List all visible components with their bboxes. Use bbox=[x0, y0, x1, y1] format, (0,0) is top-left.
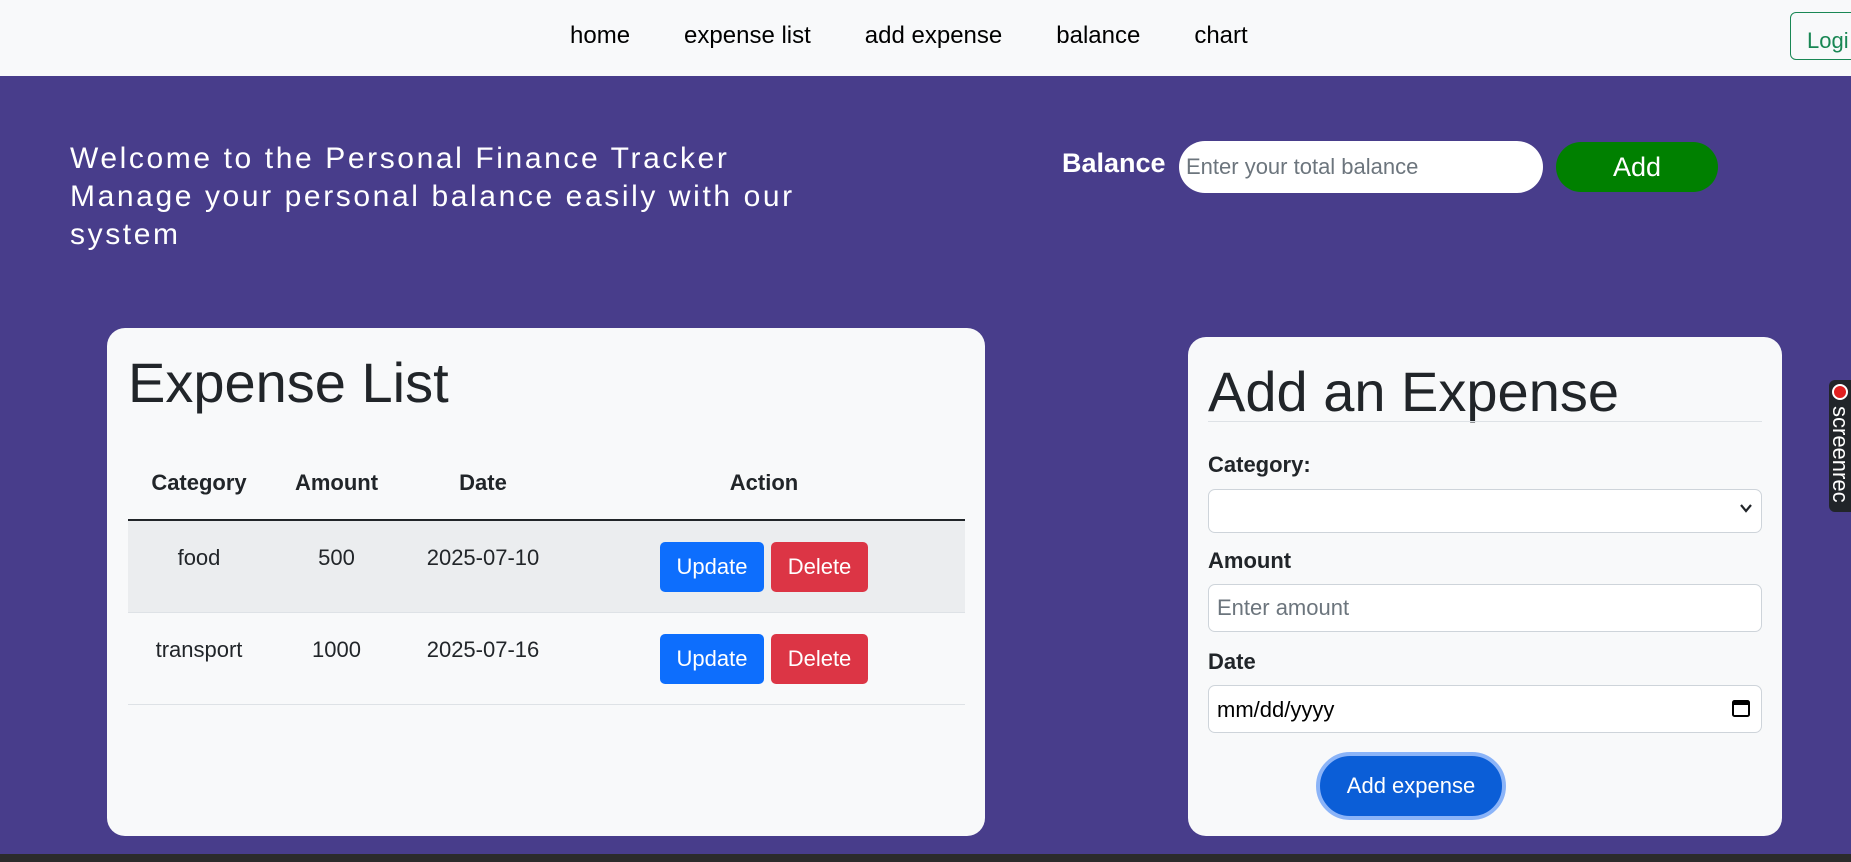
top-navbar: home expense list add expense balance ch… bbox=[0, 0, 1851, 76]
cell-date: 2025-07-10 bbox=[403, 520, 563, 613]
date-placeholder: mm/dd/yyyy bbox=[1217, 697, 1335, 722]
title-divider bbox=[1208, 421, 1762, 422]
column-header-date: Date bbox=[403, 446, 563, 521]
cell-amount: 1000 bbox=[270, 612, 403, 705]
date-label: Date bbox=[1208, 649, 1256, 674]
nav-link-balance[interactable]: balance bbox=[1056, 22, 1140, 50]
category-select[interactable] bbox=[1208, 489, 1762, 533]
nav-link-expense-list[interactable]: expense list bbox=[684, 22, 811, 50]
cell-amount: 500 bbox=[270, 520, 403, 613]
screenrec-label: screenrec bbox=[1828, 406, 1851, 503]
add-expense-card: Add an Expense Category: Amount Date mm/… bbox=[1188, 337, 1782, 836]
expense-list-card: Expense List Category Amount Date Action… bbox=[107, 328, 985, 836]
delete-button[interactable]: Delete bbox=[771, 633, 868, 684]
update-button[interactable]: Update bbox=[660, 541, 764, 592]
add-expense-button[interactable]: Add expense bbox=[1316, 752, 1506, 820]
nav-link-home[interactable]: home bbox=[570, 22, 630, 50]
welcome-line-1: Welcome to the Personal Finance Tracker bbox=[70, 142, 730, 175]
expense-list-title: Expense List bbox=[128, 351, 449, 414]
cell-actions: Update Delete bbox=[563, 520, 965, 613]
cell-category: food bbox=[128, 520, 270, 613]
welcome-line-3: system bbox=[70, 218, 181, 251]
nav-link-add-expense[interactable]: add expense bbox=[865, 22, 1002, 50]
amount-input[interactable] bbox=[1208, 584, 1762, 632]
table-row: transport 1000 2025-07-16 Update Delete bbox=[128, 612, 965, 705]
expense-table: Category Amount Date Action food 500 202… bbox=[128, 446, 965, 705]
balance-input[interactable] bbox=[1179, 141, 1543, 193]
table-row: food 500 2025-07-10 Update Delete bbox=[128, 520, 965, 613]
record-dot-icon bbox=[1832, 384, 1848, 400]
chevron-down-icon bbox=[1739, 499, 1753, 520]
cell-actions: Update Delete bbox=[563, 612, 965, 705]
table-header-row: Category Amount Date Action bbox=[128, 446, 965, 521]
cell-date: 2025-07-16 bbox=[403, 612, 563, 705]
calendar-icon[interactable] bbox=[1731, 698, 1751, 718]
cell-category: transport bbox=[128, 612, 270, 705]
balance-add-button[interactable]: Add bbox=[1556, 142, 1718, 192]
column-header-category: Category bbox=[128, 446, 270, 521]
column-header-amount: Amount bbox=[270, 446, 403, 521]
nav-link-chart[interactable]: chart bbox=[1194, 22, 1247, 50]
amount-label: Amount bbox=[1208, 548, 1292, 573]
screenrec-tab[interactable]: screenrec bbox=[1828, 380, 1851, 512]
balance-label: Balance bbox=[1062, 148, 1166, 178]
nav-links: home expense list add expense balance ch… bbox=[570, 22, 1302, 50]
welcome-text: Welcome to the Personal Finance Tracker … bbox=[70, 140, 870, 254]
login-button[interactable]: Logi bbox=[1790, 12, 1851, 60]
category-label: Category: bbox=[1208, 452, 1311, 477]
delete-button[interactable]: Delete bbox=[771, 541, 868, 592]
column-header-action: Action bbox=[563, 446, 965, 521]
add-expense-title: Add an Expense bbox=[1208, 360, 1619, 423]
update-button[interactable]: Update bbox=[660, 633, 764, 684]
date-input[interactable]: mm/dd/yyyy bbox=[1208, 685, 1762, 733]
welcome-line-2: Manage your personal balance easily with… bbox=[70, 180, 795, 213]
taskbar-strip bbox=[0, 854, 1851, 862]
